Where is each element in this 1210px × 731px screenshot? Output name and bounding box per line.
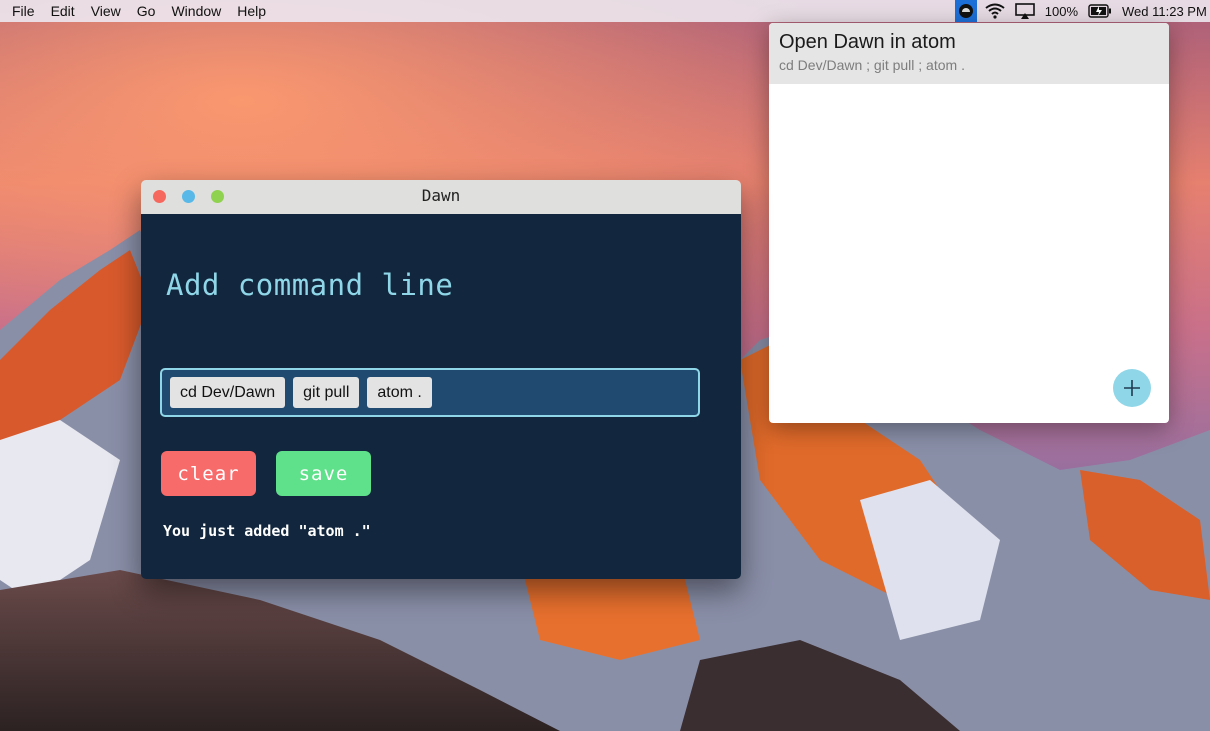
save-button[interactable]: save	[276, 451, 371, 496]
dawn-app-icon[interactable]	[954, 0, 977, 22]
menu-extras: 100% Wed 11:23 PM	[954, 0, 1210, 22]
command-tag-input[interactable]: cd Dev/Dawn git pull atom .	[160, 368, 700, 417]
menu-edit[interactable]: Edit	[43, 0, 83, 22]
menu-file[interactable]: File	[0, 0, 43, 22]
dawn-window: Dawn Add command line cd Dev/Dawn git pu…	[141, 180, 741, 579]
battery-percent: 100%	[1044, 3, 1078, 19]
command-popover: Open Dawn in atom cd Dev/Dawn ; git pull…	[769, 23, 1169, 423]
menu-view[interactable]: View	[83, 0, 129, 22]
wifi-icon[interactable]	[985, 3, 1005, 19]
menu-go[interactable]: Go	[129, 0, 164, 22]
battery-charging-icon[interactable]	[1088, 4, 1112, 18]
saved-command-text: cd Dev/Dawn ; git pull ; atom .	[779, 57, 965, 73]
menu-window[interactable]: Window	[163, 0, 229, 22]
menu-help[interactable]: Help	[229, 0, 274, 22]
command-chip[interactable]: git pull	[293, 377, 360, 408]
menu-clock[interactable]: Wed 11:23 PM	[1122, 4, 1210, 19]
window-content: Add command line cd Dev/Dawn git pull at…	[141, 214, 741, 579]
maximize-window-button[interactable]	[211, 190, 224, 203]
menu-bar: File Edit View Go Window Help 100% Wed 1…	[0, 0, 1210, 22]
window-titlebar[interactable]: Dawn	[141, 180, 741, 214]
airplay-icon[interactable]	[1014, 3, 1035, 19]
close-window-button[interactable]	[153, 190, 166, 203]
command-chip[interactable]: atom .	[367, 377, 432, 408]
minimize-window-button[interactable]	[182, 190, 195, 203]
command-chip[interactable]: cd Dev/Dawn	[170, 377, 286, 408]
status-message: You just added "atom ."	[163, 522, 371, 540]
page-title: Add command line	[166, 268, 454, 302]
add-command-button[interactable]	[1113, 369, 1151, 407]
saved-command-title: Open Dawn in atom	[779, 31, 956, 53]
plus-icon	[1124, 380, 1140, 396]
window-title: Dawn	[421, 186, 461, 205]
clear-button[interactable]: clear	[161, 451, 256, 496]
saved-command-item[interactable]: Open Dawn in atom cd Dev/Dawn ; git pull…	[769, 23, 1169, 84]
